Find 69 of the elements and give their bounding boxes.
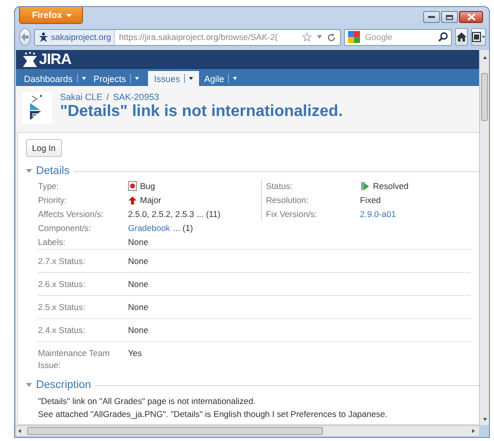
- nav-menu-tab[interactable]: Dashboards: [22, 71, 92, 86]
- breadcrumb-link[interactable]: SAK-20953: [113, 92, 160, 102]
- field-value: None: [128, 237, 148, 247]
- home-icon: [456, 32, 467, 42]
- resolved-status-icon: [360, 181, 370, 191]
- field-value: None: [128, 255, 148, 267]
- collapse-toggle-icon[interactable]: [26, 383, 32, 387]
- collapse-toggle-icon[interactable]: [26, 169, 32, 173]
- search-bar[interactable]: Google: [344, 28, 452, 46]
- field-label: Component/s:: [38, 223, 92, 233]
- google-logo-icon: [348, 31, 362, 43]
- description-text: See attached "AllGrades_ja.PNG". "Details" is English though I set Preferences to Japanese.: [38, 408, 388, 421]
- field-value: Bug: [140, 181, 156, 191]
- field-label: Resolution:: [266, 195, 310, 205]
- field-link[interactable]: Gradebook: [128, 223, 170, 233]
- project-logo-icon: [22, 92, 52, 124]
- field-label: 2.6.x Status:: [38, 278, 86, 290]
- reload-icon[interactable]: [327, 32, 336, 42]
- window-icon: [472, 32, 485, 42]
- field-label: Fix Version/s:: [266, 209, 318, 219]
- field-value: 2.5.0, 2.5.2, 2.5.3 ... (11): [128, 209, 220, 219]
- breadcrumb-separator: /: [106, 92, 110, 102]
- description-text: "Details" link on "All Grades" page is not internationalized.: [38, 395, 257, 408]
- vertical-scrollbar[interactable]: [479, 50, 489, 425]
- field-label: Status:: [266, 181, 294, 191]
- bookmark-star-icon[interactable]: [302, 32, 312, 42]
- bug-icon: [128, 181, 137, 191]
- field-value: Yes: [128, 347, 142, 359]
- maximize-button[interactable]: [441, 11, 458, 23]
- address-bar[interactable]: sakaiproject.org https://jira.sakaiproject.org/browse/SAK-2(: [34, 28, 341, 46]
- horizontal-scrollbar[interactable]: [16, 425, 479, 436]
- field-label: Maintenance Team Issue:: [38, 347, 111, 371]
- field-value: Major: [140, 195, 162, 205]
- minimize-button[interactable]: [423, 11, 440, 23]
- nav-menu-tab[interactable]: Issues: [148, 71, 200, 86]
- close-icon: [466, 13, 476, 21]
- search-icon[interactable]: [438, 32, 448, 42]
- more-count[interactable]: ... (1): [173, 223, 193, 233]
- issue-title: "Details" link is not internationalized.: [60, 103, 343, 121]
- jira-logo-text[interactable]: JIRA: [39, 52, 72, 67]
- field-value: Fixed: [360, 195, 381, 205]
- up-arrow-icon: [128, 196, 137, 204]
- field-label: 2.4.x Status:: [38, 324, 86, 336]
- back-button[interactable]: [19, 28, 31, 46]
- field-label: Type:: [38, 181, 60, 191]
- jira-logo-icon[interactable]: [22, 52, 38, 68]
- close-button[interactable]: [459, 11, 483, 23]
- field-link[interactable]: 2.9.0-a01: [360, 209, 396, 219]
- field-value: None: [128, 324, 148, 336]
- star-figure-icon: [38, 32, 49, 42]
- site-identity-button[interactable]: sakaiproject.org: [35, 30, 116, 44]
- field-label: 2.5.x Status:: [38, 301, 86, 313]
- toolbar-menu-button[interactable]: [471, 28, 486, 46]
- field-label: Priority:: [38, 195, 68, 205]
- field-value: None: [128, 301, 148, 313]
- section-heading[interactable]: Details: [36, 165, 70, 177]
- nav-menu-tab[interactable]: Projects: [92, 71, 146, 86]
- field-label: 2.7.x Status:: [38, 255, 86, 267]
- log-in-button[interactable]: Log In: [26, 139, 62, 157]
- section-heading[interactable]: Description: [36, 379, 92, 391]
- home-button[interactable]: [455, 28, 468, 46]
- field-label: Affects Version/s:: [38, 209, 105, 219]
- breadcrumb-link[interactable]: Sakai CLE: [60, 92, 103, 102]
- dropdown-icon[interactable]: [316, 34, 323, 40]
- field-value: None: [128, 278, 148, 290]
- field-label: Labels:: [38, 237, 66, 247]
- back-arrow-icon: [20, 32, 30, 42]
- field-value: Resolved: [373, 181, 408, 191]
- nav-menu-tab[interactable]: Agile: [202, 71, 244, 86]
